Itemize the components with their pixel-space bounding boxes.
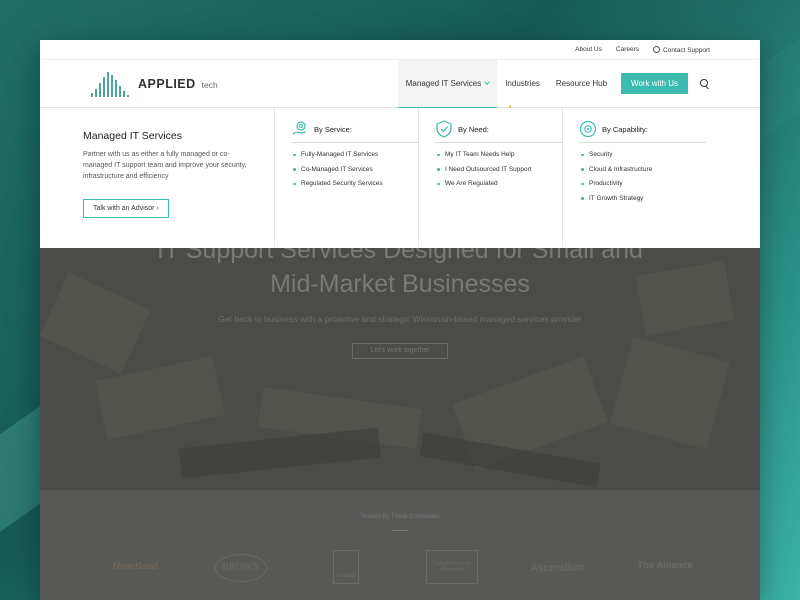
menu-column-by-service: By Service: Fully-Managed IT Services Co… [275,108,419,247]
column-heading-label: By Need: [458,124,489,134]
menu-link[interactable]: Productivity [579,180,707,187]
hero-title-line-1: IT Support Services Designed for Small a… [157,248,643,264]
menu-column-by-need: By Need: My IT Team Needs Help I Need Ou… [419,108,563,247]
work-with-us-button[interactable]: Work with Us [621,73,688,94]
menu-link[interactable]: Fully-Managed IT Services [291,151,418,158]
hero-title: IT Support Services Designed for Small a… [40,248,760,302]
menu-link[interactable]: Cloud & Infrastructure [579,166,707,173]
site-logo[interactable]: APPLIED tech [90,71,218,97]
menu-link[interactable]: IT Growth Strategy [579,195,707,202]
utility-bar: About Us Careers Contact Support [40,40,760,60]
menu-link[interactable]: Security [579,151,707,158]
careers-link[interactable]: Careers [616,46,639,53]
client-logo-heartland: Heartland [112,560,158,572]
service-list: Fully-Managed IT Services Co-Managed IT … [291,151,418,187]
gear-cycle-icon [579,120,597,138]
client-logo-goodwill: Goodwill [333,550,359,584]
nav-resource-hub[interactable]: Resource Hub [548,60,615,108]
menu-link[interactable]: I Need Outsourced IT Support [435,166,562,173]
mega-menu-intro: Managed IT Services Partner with us as e… [40,108,275,247]
divider [392,530,408,531]
lets-work-together-button[interactable]: Let's work together [352,343,448,359]
column-heading: By Need: [435,120,563,143]
menu-column-by-capability: By Capability: Security Cloud & Infrastr… [563,108,707,247]
shield-check-icon [436,120,452,138]
column-heading-label: By Service: [314,124,352,134]
chevron-down-icon [484,79,491,85]
talk-with-advisor-button[interactable]: Talk with an Advisor › [83,198,169,218]
hero-subtitle: Get back to business with a proactive an… [218,314,582,324]
client-logo-row: Heartland BROWN Goodwill Dairy Farmers o… [40,550,760,592]
mega-menu-description: Partner with us as either a fully manage… [83,151,247,180]
logo-bars-icon [91,71,129,97]
hero-section: IT Support Services Designed for Small a… [40,248,760,490]
main-nav: Managed IT Services Industries Resource … [397,59,710,109]
client-logo-brown: BROWN [215,554,267,582]
client-logo-ascendium: Ascendium [530,562,586,574]
talk-with-advisor-label: Talk with an Advisor [93,204,155,212]
menu-link[interactable]: Regulated Security Services [291,180,418,187]
nav-managed-label: Managed IT Services [405,79,482,88]
logo-text: APPLIED tech [138,77,218,91]
contact-support-link[interactable]: Contact Support [653,45,710,54]
globe-icon [653,45,661,53]
menu-link[interactable]: Co-Managed IT Services [291,166,418,173]
column-heading-label: By Capability: [602,124,648,134]
trusted-label: Trusted By These Companies [360,514,440,520]
search-icon[interactable] [700,78,710,89]
column-heading: By Service: [291,120,419,143]
menu-link[interactable]: My IT Team Needs Help [435,151,562,158]
logo-suffix: tech [201,79,218,90]
trusted-by-section: Trusted By These Companies Heartland BRO… [40,490,760,600]
nav-industries[interactable]: Industries [497,60,548,108]
mega-menu: Managed IT Services Partner with us as e… [40,108,760,247]
capability-list: Security Cloud & Infrastructure Producti… [579,151,707,202]
menu-link[interactable]: We Are Regulated [435,180,562,187]
site-header: APPLIED tech Managed IT Services Industr… [40,59,760,117]
client-logo-the-alliance: The Alliance [637,560,693,571]
nav-managed-it-services[interactable]: Managed IT Services [397,59,498,109]
contact-support-label: Contact Support [663,46,710,54]
client-logo-dairy-farmers: Dairy Farmers of Wisconsin [426,550,478,584]
mega-menu-title: Managed IT Services [83,130,183,142]
column-heading: By Capability: [579,120,707,143]
browser-window: About Us Careers Contact Support APPLIED… [40,40,760,600]
need-list: My IT Team Needs Help I Need Outsourced … [435,151,562,187]
hand-gear-icon [292,121,307,135]
logo-name: APPLIED [138,76,196,91]
hero-title-line-2: Mid-Market Businesses [270,269,530,298]
about-link[interactable]: About Us [575,46,602,53]
